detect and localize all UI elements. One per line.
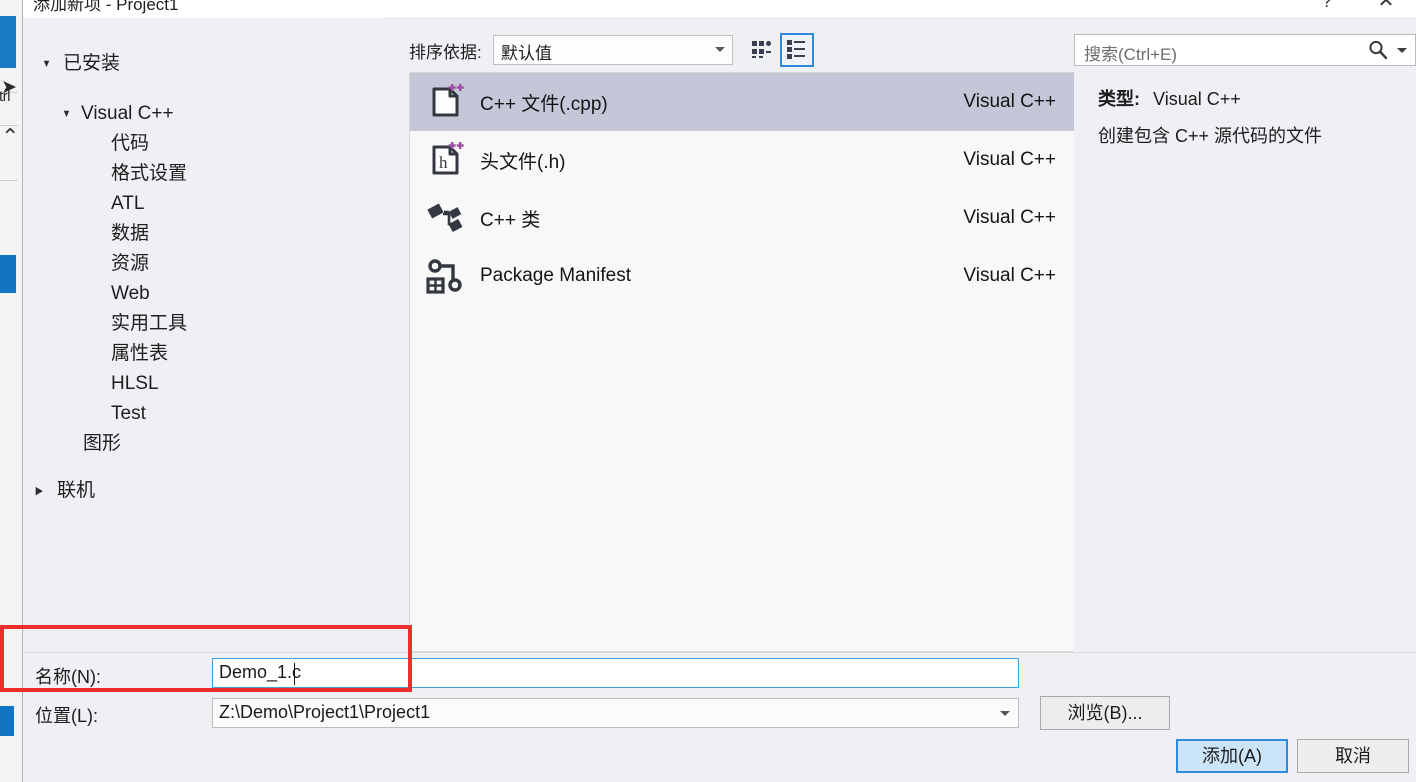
list-view-icon[interactable] bbox=[780, 33, 814, 67]
background-caret-glyph: ⌃ bbox=[1, 124, 20, 149]
list-item[interactable]: Package Manifest Visual C++ bbox=[410, 247, 1074, 305]
location-label: 位置(L): bbox=[35, 706, 98, 726]
background-text-fragment: trl bbox=[0, 88, 11, 105]
template-list[interactable]: C++ 文件(.cpp) Visual C++ h 头文件(.h) Visual… bbox=[409, 72, 1075, 652]
chevron-right-icon bbox=[35, 477, 43, 505]
package-manifest-icon bbox=[410, 247, 480, 305]
name-label: 名称(N): bbox=[35, 667, 101, 687]
background-blue-accent-2 bbox=[0, 255, 16, 293]
template-type-row: 类型: Visual C++ bbox=[1098, 85, 1241, 111]
list-item-category: Visual C++ bbox=[963, 91, 1056, 112]
tree-node-data[interactable]: 数据 bbox=[111, 220, 149, 248]
name-input[interactable]: Demo_1.c bbox=[212, 658, 1019, 688]
search-input[interactable]: 搜索(Ctrl+E) bbox=[1074, 34, 1416, 66]
dialog-title-bar: 添加新项 - Project1 ? ✕ bbox=[23, 0, 1416, 19]
form-divider bbox=[23, 652, 1416, 653]
sort-by-label: 排序依据: bbox=[409, 43, 482, 62]
list-item-name: C++ 文件(.cpp) bbox=[480, 93, 608, 115]
tree-node-code[interactable]: 代码 bbox=[111, 130, 149, 158]
tree-node-property-sheets[interactable]: 属性表 bbox=[111, 340, 168, 368]
list-item-name: C++ 类 bbox=[480, 209, 541, 231]
sort-by-select[interactable]: 默认值 bbox=[493, 35, 733, 65]
list-item-category: Visual C++ bbox=[963, 207, 1056, 228]
close-icon[interactable]: ✕ bbox=[1366, 0, 1406, 16]
screenshot-root: ➤ trl ⌃ 添加新项 - Project1 ? ✕ 已安装 Visual C… bbox=[0, 0, 1416, 782]
installed-templates-tree: 已安装 Visual C++ 代码 格式设置 ATL 数据 资源 Web 实用工… bbox=[23, 18, 385, 632]
tree-node-graphics[interactable]: 图形 bbox=[83, 430, 121, 458]
browse-button[interactable]: 浏览(B)... bbox=[1040, 696, 1170, 730]
sort-by-value: 默认值 bbox=[501, 44, 552, 63]
header-file-icon: h bbox=[410, 131, 480, 189]
background-window-strip bbox=[0, 0, 22, 782]
search-placeholder: 搜索(Ctrl+E) bbox=[1084, 45, 1178, 64]
tree-node-utility[interactable]: 实用工具 bbox=[111, 310, 187, 338]
tree-node-installed[interactable]: 已安装 bbox=[41, 50, 120, 78]
cancel-button[interactable]: 取消 bbox=[1297, 739, 1409, 773]
cpp-class-icon bbox=[410, 189, 480, 247]
template-details-panel: 类型: Visual C++ 创建包含 C++ 源代码的文件 bbox=[1074, 72, 1416, 652]
tree-node-resource[interactable]: 资源 bbox=[111, 250, 149, 278]
chevron-down-icon[interactable] bbox=[1000, 711, 1010, 716]
tree-node-installed-label: 已安装 bbox=[63, 53, 121, 74]
template-type-label: 类型: bbox=[1098, 89, 1140, 109]
list-item[interactable]: C++ 文件(.cpp) Visual C++ bbox=[410, 73, 1074, 131]
tree-node-atl[interactable]: ATL bbox=[111, 190, 144, 218]
add-button[interactable]: 添加(A) bbox=[1176, 739, 1288, 773]
search-icon bbox=[1367, 39, 1389, 66]
location-input-value: Z:\Demo\Project1\Project1 bbox=[219, 702, 431, 722]
tree-node-online[interactable]: 联机 bbox=[35, 477, 95, 505]
tree-node-online-label: 联机 bbox=[57, 480, 96, 501]
location-combobox[interactable]: Z:\Demo\Project1\Project1 bbox=[212, 698, 1019, 728]
chevron-down-icon bbox=[715, 47, 725, 52]
list-item[interactable]: C++ 类 Visual C++ bbox=[410, 189, 1074, 247]
add-new-item-dialog: 添加新项 - Project1 ? ✕ 已安装 Visual C++ 代码 格式… bbox=[23, 0, 1416, 782]
tree-node-web[interactable]: Web bbox=[111, 280, 150, 308]
dialog-title: 添加新项 - Project1 bbox=[33, 0, 179, 14]
list-item-name: 头文件(.h) bbox=[480, 151, 566, 173]
tree-node-formatting[interactable]: 格式设置 bbox=[111, 160, 187, 188]
grid-view-icon[interactable] bbox=[745, 33, 779, 67]
background-blue-accent-1 bbox=[0, 16, 16, 68]
text-caret bbox=[294, 663, 295, 685]
tree-node-visual-cpp[interactable]: Visual C++ bbox=[61, 100, 174, 128]
background-blue-accent-3 bbox=[0, 706, 14, 736]
cpp-file-icon bbox=[410, 73, 480, 131]
template-description: 创建包含 C++ 源代码的文件 bbox=[1098, 126, 1323, 146]
list-item[interactable]: h 头文件(.h) Visual C++ bbox=[410, 131, 1074, 189]
chevron-down-icon bbox=[41, 50, 52, 78]
list-item-category: Visual C++ bbox=[963, 265, 1056, 286]
template-type-value: Visual C++ bbox=[1153, 89, 1241, 109]
list-item-name: Package Manifest bbox=[480, 265, 632, 286]
tree-node-test[interactable]: Test bbox=[111, 400, 146, 428]
list-item-category: Visual C++ bbox=[963, 149, 1056, 170]
svg-text:h: h bbox=[439, 153, 448, 172]
background-divider-3 bbox=[0, 180, 18, 181]
chevron-down-icon bbox=[61, 100, 72, 128]
name-input-value: Demo_1.c bbox=[219, 662, 302, 682]
tree-node-visual-cpp-label: Visual C++ bbox=[81, 103, 174, 124]
chevron-down-icon[interactable] bbox=[1397, 48, 1407, 53]
tree-node-hlsl[interactable]: HLSL bbox=[111, 370, 159, 398]
help-icon[interactable]: ? bbox=[1312, 0, 1342, 16]
